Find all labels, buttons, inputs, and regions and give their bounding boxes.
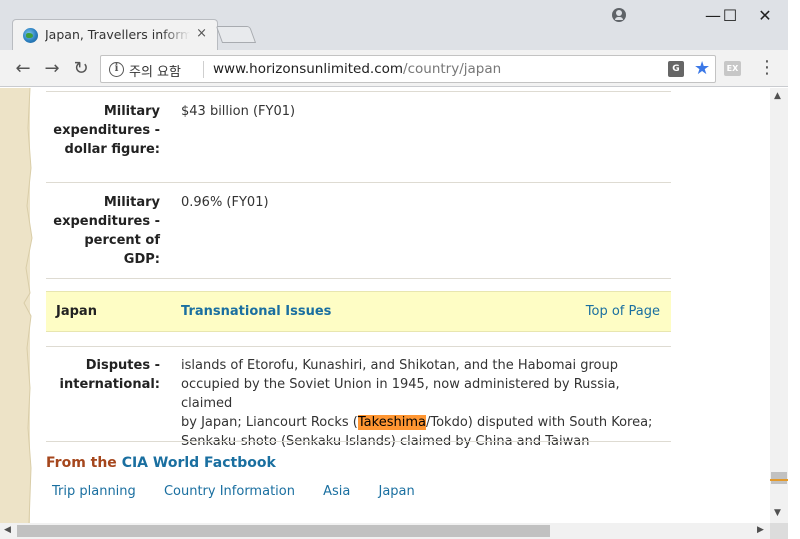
source-credit: From the CIA World Factbook: [46, 455, 276, 471]
reload-icon[interactable]: ↻: [70, 58, 92, 80]
breadcrumb: Trip planning Country Information Asia J…: [52, 484, 439, 499]
find-result-marker: [770, 479, 788, 481]
menu-icon[interactable]: ⋮: [758, 58, 776, 78]
row-divider: [46, 278, 671, 279]
row-divider: [46, 182, 671, 183]
label-line: international:: [59, 377, 160, 392]
dispute-line: islands of Etorofu, Kunashiri, and Shiko…: [181, 358, 618, 373]
section-title-link[interactable]: Transnational Issues: [181, 304, 331, 319]
maximize-button[interactable]: ☐: [710, 4, 750, 28]
window-edge: [788, 0, 800, 539]
extension-icon[interactable]: EX: [724, 61, 741, 76]
label-line: GDP:: [123, 252, 160, 267]
tab-title: Japan, Travellers information: [45, 27, 190, 42]
translate-icon[interactable]: G: [668, 61, 684, 77]
scroll-up-icon[interactable]: ▲: [774, 91, 781, 101]
label-line: expenditures -: [53, 123, 160, 138]
field-label-military-dollar: Military expenditures - dollar figure:: [42, 102, 160, 159]
label-line: percent of: [84, 233, 160, 248]
row-divider: [46, 346, 671, 347]
dispute-text: by Japan; Liancourt Rocks (: [181, 415, 358, 430]
browser-tab[interactable]: Japan, Travellers information ×: [12, 19, 218, 50]
url-text[interactable]: www.horizonsunlimited.com/country/japan: [213, 61, 501, 77]
omnibox-divider: [203, 61, 204, 78]
find-highlight: Takeshima: [357, 415, 426, 430]
dispute-text: /Tokdo) disputed with South Korea;: [425, 415, 653, 430]
browser-toolbar: ← → ↻ i 주의 요함 www.horizonsunlimited.com/…: [0, 50, 800, 87]
field-value-military-percent: 0.96% (FY01): [181, 195, 269, 210]
vertical-scrollbar[interactable]: ▲ ▼: [770, 88, 788, 523]
new-tab-button[interactable]: [215, 26, 257, 43]
top-of-page-link[interactable]: Top of Page: [586, 304, 660, 319]
row-divider: [46, 91, 671, 92]
section-header-bar: Japan Transnational Issues Top of Page: [46, 291, 671, 332]
source-prefix: From the: [46, 455, 122, 471]
scroll-down-icon[interactable]: ▼: [774, 508, 781, 518]
close-window-button[interactable]: ✕: [745, 4, 785, 28]
back-arrow-icon[interactable]: ←: [12, 58, 34, 80]
field-label-disputes: Disputes - international:: [42, 356, 160, 394]
dispute-line: occupied by the Soviet Union in 1945, no…: [181, 377, 620, 411]
crumb-country-information[interactable]: Country Information: [164, 484, 295, 499]
crumb-japan[interactable]: Japan: [379, 484, 415, 499]
field-value-disputes: islands of Etorofu, Kunashiri, and Shiko…: [181, 356, 671, 451]
horizontal-scroll-thumb[interactable]: [17, 525, 550, 537]
field-label-military-percent: Military expenditures - percent of GDP:: [42, 193, 160, 269]
label-line: Military: [103, 104, 160, 119]
address-bar[interactable]: i 주의 요함 www.horizonsunlimited.com/countr…: [100, 55, 716, 83]
info-icon[interactable]: i: [109, 62, 124, 77]
forward-arrow-icon[interactable]: →: [41, 58, 63, 80]
scroll-right-icon[interactable]: ▶: [757, 525, 764, 535]
label-line: Military: [103, 195, 160, 210]
profile-icon[interactable]: [612, 8, 626, 22]
scrollbar-corner: [770, 523, 788, 539]
bookmark-star-icon[interactable]: ★: [694, 58, 710, 79]
title-bar: Japan, Travellers information × — ☐ ✕: [0, 0, 800, 50]
torn-paper-edge: [18, 88, 33, 523]
url-host: www.horizonsunlimited.com: [213, 61, 404, 77]
cia-factbook-link[interactable]: CIA World Factbook: [122, 455, 276, 471]
crumb-trip-planning[interactable]: Trip planning: [52, 484, 136, 499]
scroll-left-icon[interactable]: ◀: [4, 525, 11, 535]
dispute-line: by Japan; Liancourt Rocks (Takeshima/Tok…: [181, 413, 671, 432]
vertical-scroll-thumb[interactable]: [771, 472, 787, 484]
row-divider: [46, 441, 671, 442]
horizontal-scrollbar[interactable]: ◀ ▶: [0, 523, 770, 539]
label-line: Disputes -: [85, 358, 160, 373]
url-path: /country/japan: [403, 61, 502, 77]
tab-close-icon[interactable]: ×: [196, 26, 207, 41]
globe-favicon-icon: [23, 28, 38, 43]
field-value-military-dollar: $43 billion (FY01): [181, 104, 296, 119]
crumb-asia[interactable]: Asia: [323, 484, 350, 499]
security-label[interactable]: 주의 요함: [129, 61, 181, 80]
label-line: expenditures -: [53, 214, 160, 229]
page-viewport: Military expenditures - dollar figure: $…: [0, 88, 770, 523]
label-line: dollar figure:: [64, 142, 160, 157]
section-country: Japan: [56, 304, 97, 319]
